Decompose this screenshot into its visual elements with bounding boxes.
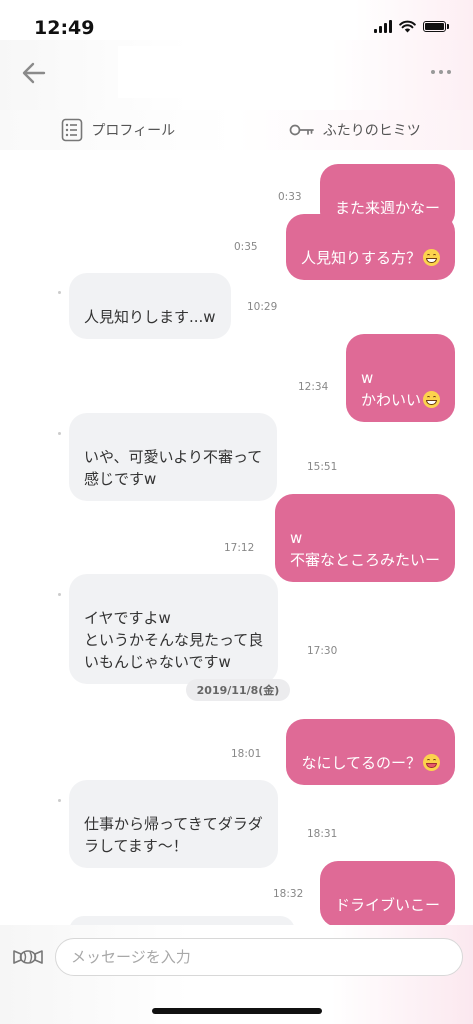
sent-message[interactable]: 人見知りする方？ [285, 214, 455, 280]
message-timestamp: 15:51 [307, 461, 338, 473]
profile-list-icon [62, 118, 83, 142]
tab-profile[interactable]: プロフィール [0, 110, 237, 150]
tab-profile-label: プロフィール [91, 123, 176, 139]
more-options-button[interactable] [431, 70, 451, 74]
key-icon [289, 124, 314, 136]
status-dot [58, 432, 61, 435]
cellular-signal-icon [374, 20, 392, 33]
partner-name-area [118, 46, 314, 98]
message-timestamp: 18:32 [273, 888, 304, 900]
message-timestamp: 0:33 [278, 191, 302, 203]
received-message[interactable]: イヤですよw というかそんな見たって良 いもんじゃないですw [69, 574, 279, 684]
message-timestamp: 18:01 [231, 748, 262, 760]
message-timestamp: 12:34 [298, 381, 329, 393]
winking-tongue-face-icon [423, 754, 440, 771]
date-separator: 2019/11/8(金) [186, 679, 290, 701]
received-message[interactable]: 人見知りします...w [69, 273, 231, 339]
more-dot-icon [431, 70, 435, 74]
message-list[interactable]: また来週かなー 0:33 人見知りする方？ 0:35 人見知りします...w 1… [0, 150, 473, 946]
message-timestamp: 17:12 [224, 542, 255, 554]
message-input-bar [0, 925, 473, 1024]
battery-icon [423, 21, 449, 32]
back-arrow-icon [22, 62, 46, 84]
gift-button[interactable] [12, 945, 44, 969]
chat-header [0, 40, 473, 110]
message-timestamp: 0:35 [234, 241, 258, 253]
message-timestamp: 17:30 [307, 645, 338, 657]
status-time: 12:49 [34, 17, 95, 39]
more-dot-icon [439, 70, 443, 74]
status-dot [58, 799, 61, 802]
sent-message[interactable]: w 不審なところみたいー [274, 494, 455, 582]
message-input[interactable] [55, 938, 463, 976]
tab-secrets[interactable]: ふたりのヒミツ [237, 110, 473, 150]
sent-message[interactable]: なにしてるのー？ [286, 719, 455, 785]
wifi-icon [399, 20, 416, 33]
tab-secrets-label: ふたりのヒミツ [322, 123, 421, 139]
status-icons [374, 20, 449, 33]
message-timestamp: 18:31 [307, 828, 338, 840]
sent-message[interactable]: w かわいい [345, 334, 455, 422]
profile-tabs: プロフィール ふたりのヒミツ [0, 110, 473, 150]
candy-icon [13, 950, 43, 964]
status-dot [58, 291, 61, 294]
more-dot-icon [447, 70, 451, 74]
grinning-face-icon [423, 391, 440, 408]
received-message[interactable]: いや、可愛いより不審って 感じですw [69, 413, 278, 501]
message-timestamp: 10:29 [247, 301, 278, 313]
sent-message[interactable]: ドライブいこー [319, 861, 455, 927]
status-dot [58, 593, 61, 596]
received-message[interactable]: 仕事から帰ってきてダラダ ラしてます〜！ [69, 780, 278, 868]
grinning-face-icon [423, 249, 440, 266]
back-button[interactable] [18, 57, 50, 89]
home-indicator [152, 1008, 322, 1014]
